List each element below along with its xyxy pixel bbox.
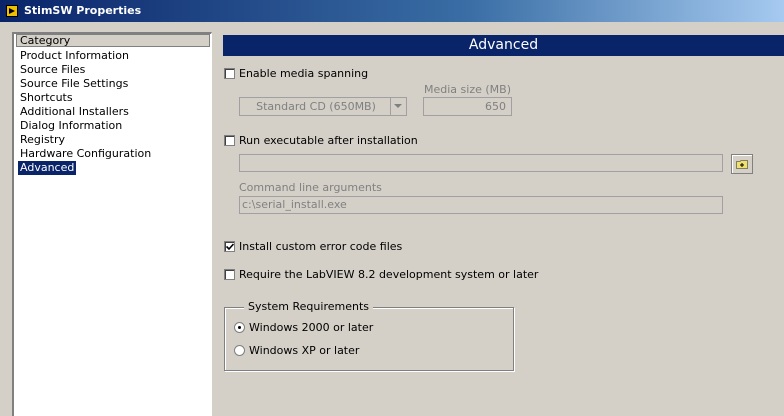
chevron-down-icon[interactable]	[390, 98, 406, 115]
command-line-field[interactable]: c:\serial_install.exe	[239, 196, 723, 214]
custom-error-label[interactable]: Install custom error code files	[239, 240, 402, 253]
command-line-label: Command line arguments	[239, 181, 382, 194]
checkmark-icon	[226, 243, 234, 251]
system-requirements-group	[224, 307, 514, 371]
media-size-label: Media size (MB)	[424, 83, 511, 96]
windows-xp-label[interactable]: Windows XP or later	[249, 344, 359, 357]
radio-selected-dot	[238, 326, 241, 329]
require-labview-checkbox[interactable]	[224, 269, 235, 280]
folder-icon	[736, 160, 748, 169]
media-spanning-checkbox[interactable]	[224, 68, 235, 79]
windows-2000-label[interactable]: Windows 2000 or later	[249, 321, 373, 334]
category-list-panel: Category Product Information Source File…	[12, 32, 212, 416]
executable-path-field[interactable]	[239, 154, 723, 172]
category-item-advanced[interactable]: Advanced	[18, 161, 77, 175]
labview-app-icon[interactable]	[6, 5, 18, 17]
browse-button[interactable]	[731, 154, 753, 174]
category-item-dialog-information[interactable]: Dialog Information	[18, 119, 153, 133]
media-spanning-label[interactable]: Enable media spanning	[239, 67, 368, 80]
category-item-hardware-configuration[interactable]: Hardware Configuration	[18, 147, 153, 161]
custom-error-checkbox[interactable]	[224, 241, 235, 252]
title-bar: StimSW Properties	[0, 0, 784, 22]
category-header: Category	[16, 34, 210, 47]
category-item-product-information[interactable]: Product Information	[18, 49, 153, 63]
run-executable-label[interactable]: Run executable after installation	[239, 134, 418, 147]
category-item-source-file-settings[interactable]: Source File Settings	[18, 77, 153, 91]
windows-2000-radio[interactable]	[234, 322, 245, 333]
require-labview-label[interactable]: Require the LabVIEW 8.2 development syst…	[239, 268, 538, 281]
window-title: StimSW Properties	[24, 4, 142, 17]
media-type-dropdown[interactable]: Standard CD (650MB)	[239, 97, 407, 116]
category-list: Product Information Source Files Source …	[18, 49, 153, 175]
windows-xp-radio[interactable]	[234, 345, 245, 356]
system-requirements-title: System Requirements	[244, 300, 373, 313]
category-item-registry[interactable]: Registry	[18, 133, 153, 147]
run-executable-checkbox[interactable]	[224, 135, 235, 146]
category-item-additional-installers[interactable]: Additional Installers	[18, 105, 153, 119]
category-item-shortcuts[interactable]: Shortcuts	[18, 91, 153, 105]
panel-title: Advanced	[223, 35, 784, 56]
media-type-value: Standard CD (650MB)	[256, 100, 376, 113]
category-item-source-files[interactable]: Source Files	[18, 63, 153, 77]
media-size-field[interactable]: 650	[423, 97, 512, 116]
